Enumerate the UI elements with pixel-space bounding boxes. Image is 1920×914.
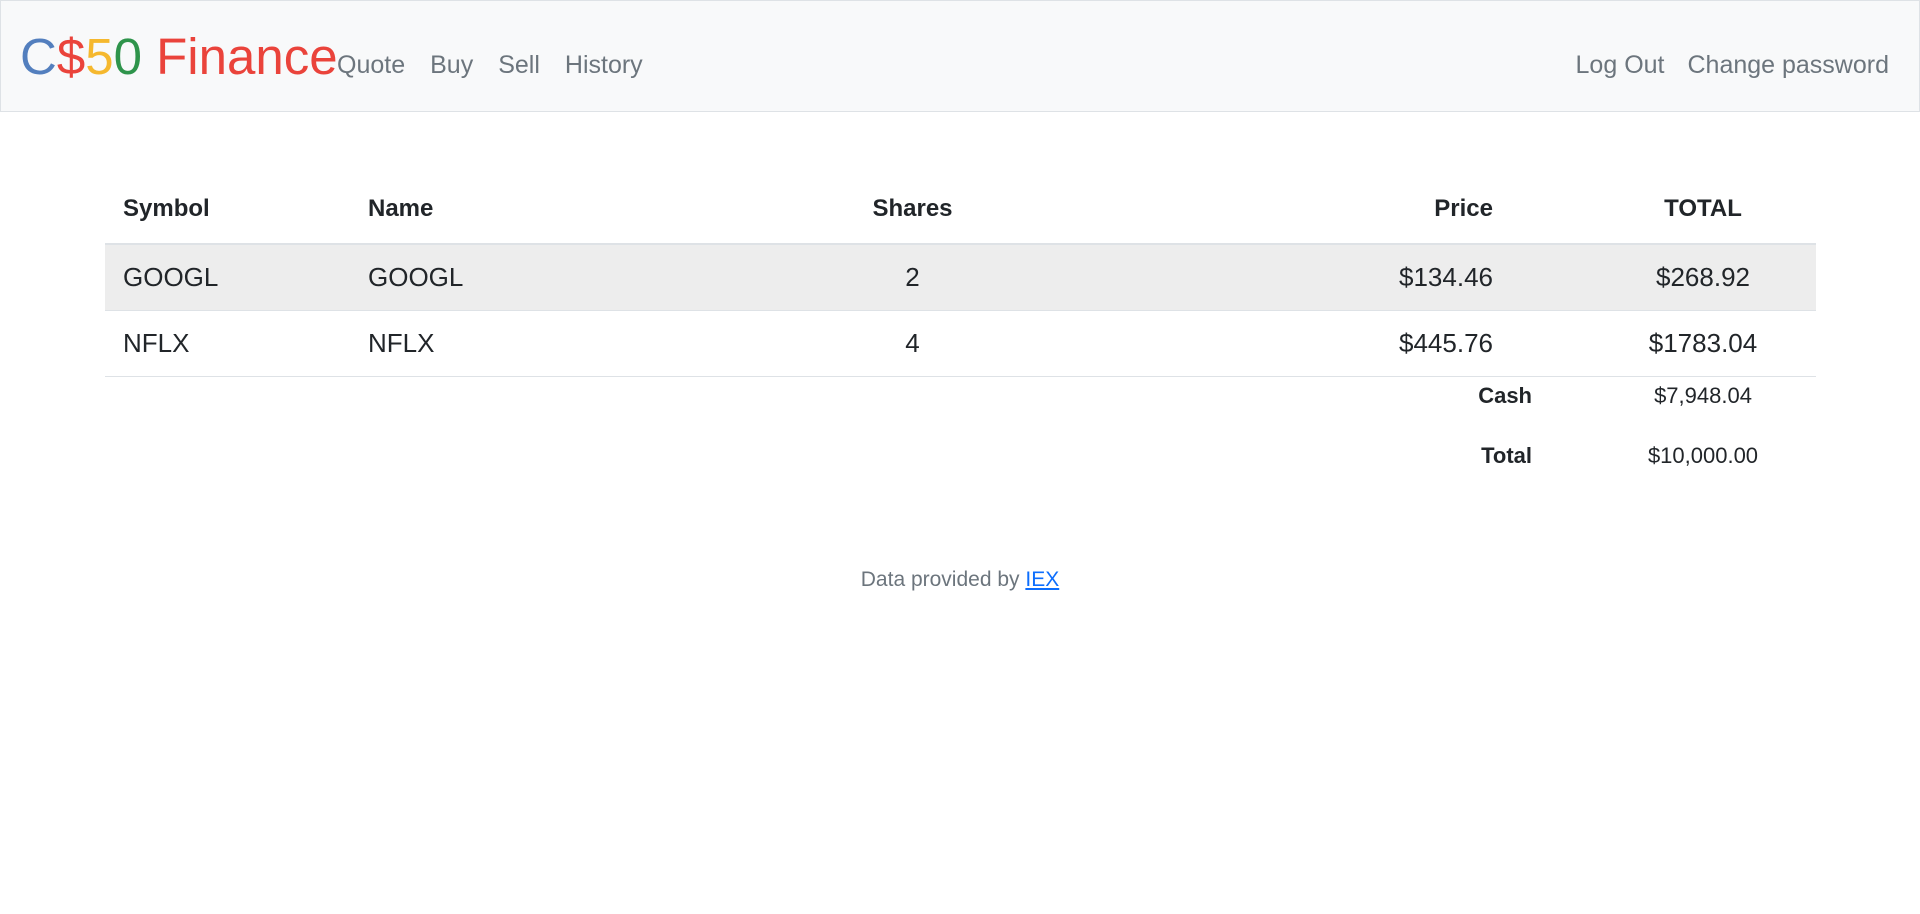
iex-link[interactable]: IEX <box>1025 568 1059 591</box>
cell-price: $134.46 <box>1125 243 1590 310</box>
cell-shares: 4 <box>700 309 1125 376</box>
table-row: GOOGL GOOGL 2 $134.46 $268.92 <box>105 243 1816 310</box>
nav-link-log-out[interactable]: Log Out <box>1576 45 1665 85</box>
grand-total-label: Total <box>1481 443 1532 468</box>
portfolio-table: Symbol Name Shares Price TOTAL GOOGL GOO… <box>105 174 1816 496</box>
nav-link-change-password[interactable]: Change password <box>1687 45 1889 85</box>
footer-spacer <box>350 416 700 496</box>
brand-logo-link[interactable]: C$50 Finance <box>20 25 338 89</box>
table-header: Symbol Name Shares Price TOTAL <box>105 174 1816 245</box>
footer-spacer <box>350 375 700 416</box>
nav-link-history[interactable]: History <box>565 45 643 85</box>
footer-attribution-text: Data provided by <box>860 568 1026 591</box>
grand-total-row: Total $10,000.00 <box>105 416 1816 496</box>
table-body: GOOGL GOOGL 2 $134.46 $268.92 NFLX NFLX … <box>105 243 1816 376</box>
cell-name: GOOGL <box>350 243 700 310</box>
footer-spacer <box>700 375 1125 416</box>
nav-link-buy[interactable]: Buy <box>430 45 473 85</box>
header-total: TOTAL <box>1590 174 1816 245</box>
footer-spacer <box>105 416 350 496</box>
nav-link-sell[interactable]: Sell <box>498 45 540 85</box>
brand-letter-0: 0 <box>113 28 142 85</box>
header-price: Price <box>1125 174 1590 245</box>
table-footer: Cash $7,948.04 Total $10,000.00 <box>105 375 1816 496</box>
cash-value: $7,948.04 <box>1590 375 1816 416</box>
cell-symbol: GOOGL <box>105 243 350 310</box>
brand-letter-c: C <box>20 28 57 85</box>
nav-main-links: Quote Buy Sell History <box>337 45 668 85</box>
cell-total: $268.92 <box>1590 243 1816 310</box>
brand-letter-5: 5 <box>85 28 114 85</box>
table-row: NFLX NFLX 4 $445.76 $1783.04 <box>105 309 1816 376</box>
header-symbol: Symbol <box>105 174 350 245</box>
header-name: Name <box>350 174 700 245</box>
cash-label: Cash <box>1125 375 1590 416</box>
grand-total-value: $10,000.00 <box>1647 443 1759 468</box>
footer-spacer <box>700 416 1125 496</box>
brand-word-finance: Finance <box>141 28 338 85</box>
table-header-row: Symbol Name Shares Price TOTAL <box>105 174 1816 245</box>
navbar: C$50 Finance Quote Buy Sell History Log … <box>0 0 1920 112</box>
brand-letter-dollar: $ <box>56 28 86 85</box>
header-shares: Shares <box>700 174 1125 245</box>
cell-shares: 2 <box>700 243 1125 310</box>
page-footer: Data provided by IEX <box>0 568 1920 592</box>
cash-row: Cash $7,948.04 <box>105 375 1816 416</box>
nav-account-links: Log Out Change password <box>1553 45 1889 85</box>
cell-symbol: NFLX <box>105 309 350 376</box>
cell-price: $445.76 <box>1125 309 1590 376</box>
cell-name: NFLX <box>350 309 700 376</box>
cell-total: $1783.04 <box>1590 309 1816 376</box>
nav-link-quote[interactable]: Quote <box>337 45 405 85</box>
footer-spacer <box>105 375 350 416</box>
